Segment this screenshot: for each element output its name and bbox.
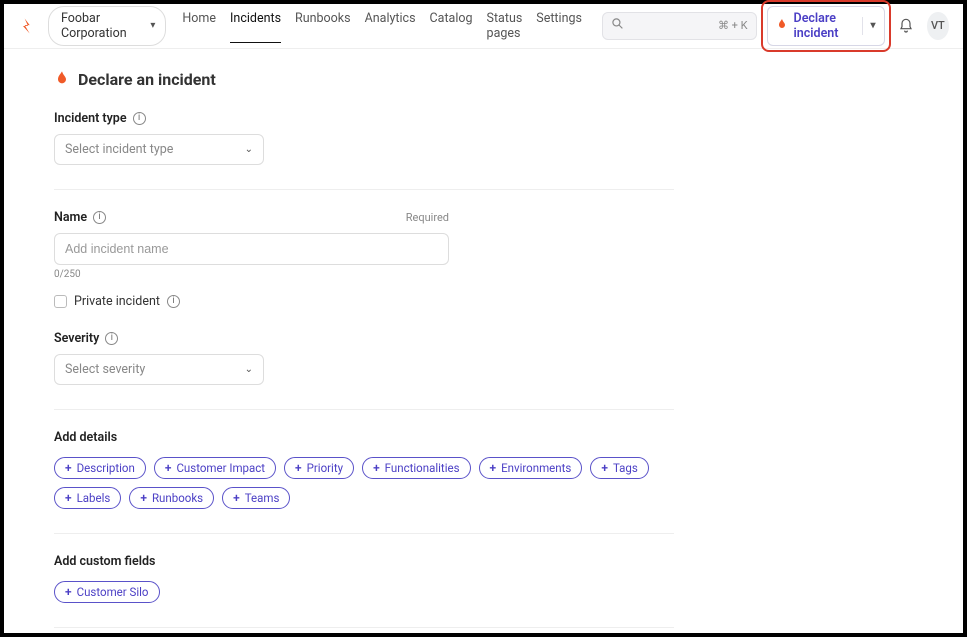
info-icon[interactable]: i <box>105 332 118 345</box>
incident-type-label: Incident type <box>54 111 127 126</box>
info-icon[interactable]: i <box>93 211 106 224</box>
chevron-down-icon: ⌄ <box>245 364 253 375</box>
plus-icon: + <box>601 461 608 475</box>
custom-fields-chips: +Customer Silo <box>54 581 674 603</box>
chip-labels[interactable]: +Labels <box>54 487 121 509</box>
org-name: Foobar Corporation <box>61 11 144 41</box>
page-content: Declare an incident Incident type i Sele… <box>4 49 963 633</box>
private-label: Private incident <box>74 294 160 309</box>
search-input[interactable]: ⌘ + K <box>602 12 757 40</box>
chip-runbooks[interactable]: +Runbooks <box>129 487 214 509</box>
chevron-down-icon[interactable]: ▾ <box>870 20 875 31</box>
chip-description[interactable]: +Description <box>54 457 146 479</box>
avatar-initials: VT <box>931 19 945 32</box>
details-heading: Add details <box>54 430 674 445</box>
main-nav: Home Incidents Runbooks Analytics Catalo… <box>182 9 582 43</box>
declare-label: Declare incident <box>794 11 854 41</box>
nav-status-pages[interactable]: Status pages <box>487 9 523 43</box>
search-icon <box>611 17 624 34</box>
name-label: Name <box>54 210 87 225</box>
chip-teams[interactable]: +Teams <box>222 487 290 509</box>
plus-icon: + <box>295 461 302 475</box>
severity-placeholder: Select severity <box>65 362 145 377</box>
search-shortcut: ⌘ + K <box>718 19 748 32</box>
chip-customer-silo[interactable]: +Customer Silo <box>54 581 160 603</box>
chip-tags[interactable]: +Tags <box>590 457 649 479</box>
chip-functionalities[interactable]: +Functionalities <box>362 457 470 479</box>
nav-home[interactable]: Home <box>182 9 216 43</box>
chip-customer-impact[interactable]: +Customer Impact <box>154 457 276 479</box>
plus-icon: + <box>140 491 147 505</box>
plus-icon: + <box>490 461 497 475</box>
section-add-details: Add details +Description +Customer Impac… <box>54 430 674 534</box>
chip-environments[interactable]: +Environments <box>479 457 583 479</box>
private-incident-checkbox[interactable] <box>54 295 67 308</box>
plus-icon: + <box>165 461 172 475</box>
info-icon[interactable]: i <box>133 112 146 125</box>
incident-name-input[interactable] <box>54 233 449 265</box>
org-selector[interactable]: Foobar Corporation ▾ <box>48 6 166 46</box>
incident-type-placeholder: Select incident type <box>65 142 173 157</box>
fire-icon <box>776 17 788 35</box>
name-counter: 0/250 <box>54 269 674 280</box>
nav-analytics[interactable]: Analytics <box>365 9 416 43</box>
section-incident-type: Incident type i Select incident type ⌄ <box>54 111 674 190</box>
incident-type-select[interactable]: Select incident type ⌄ <box>54 134 264 165</box>
user-avatar[interactable]: VT <box>927 12 949 40</box>
chip-priority[interactable]: +Priority <box>284 457 354 479</box>
plus-icon: + <box>233 491 240 505</box>
section-name-severity: Name i Required 0/250 Private incident i… <box>54 210 674 410</box>
section-custom-fields: Add custom fields +Customer Silo <box>54 554 674 628</box>
required-indicator: Required <box>406 211 449 224</box>
severity-select[interactable]: Select severity ⌄ <box>54 354 264 385</box>
nav-runbooks[interactable]: Runbooks <box>295 9 351 43</box>
page-title: Declare an incident <box>54 69 913 91</box>
chevron-down-icon: ▾ <box>150 20 155 31</box>
plus-icon: + <box>65 585 72 599</box>
plus-icon: + <box>65 491 72 505</box>
plus-icon: + <box>65 461 72 475</box>
notifications-button[interactable] <box>895 12 917 40</box>
custom-fields-heading: Add custom fields <box>54 554 674 569</box>
declare-incident-button[interactable]: Declare incident ▾ <box>767 6 885 46</box>
chevron-down-icon: ⌄ <box>245 144 253 155</box>
plus-icon: + <box>373 461 380 475</box>
nav-catalog[interactable]: Catalog <box>430 9 473 43</box>
nav-incidents[interactable]: Incidents <box>230 9 281 43</box>
app-logo <box>18 16 38 36</box>
info-icon[interactable]: i <box>167 295 180 308</box>
top-bar: Foobar Corporation ▾ Home Incidents Runb… <box>4 4 963 49</box>
details-chips: +Description +Customer Impact +Priority … <box>54 457 674 509</box>
severity-label: Severity <box>54 331 99 346</box>
fire-icon <box>54 69 70 91</box>
nav-settings[interactable]: Settings <box>536 9 582 43</box>
